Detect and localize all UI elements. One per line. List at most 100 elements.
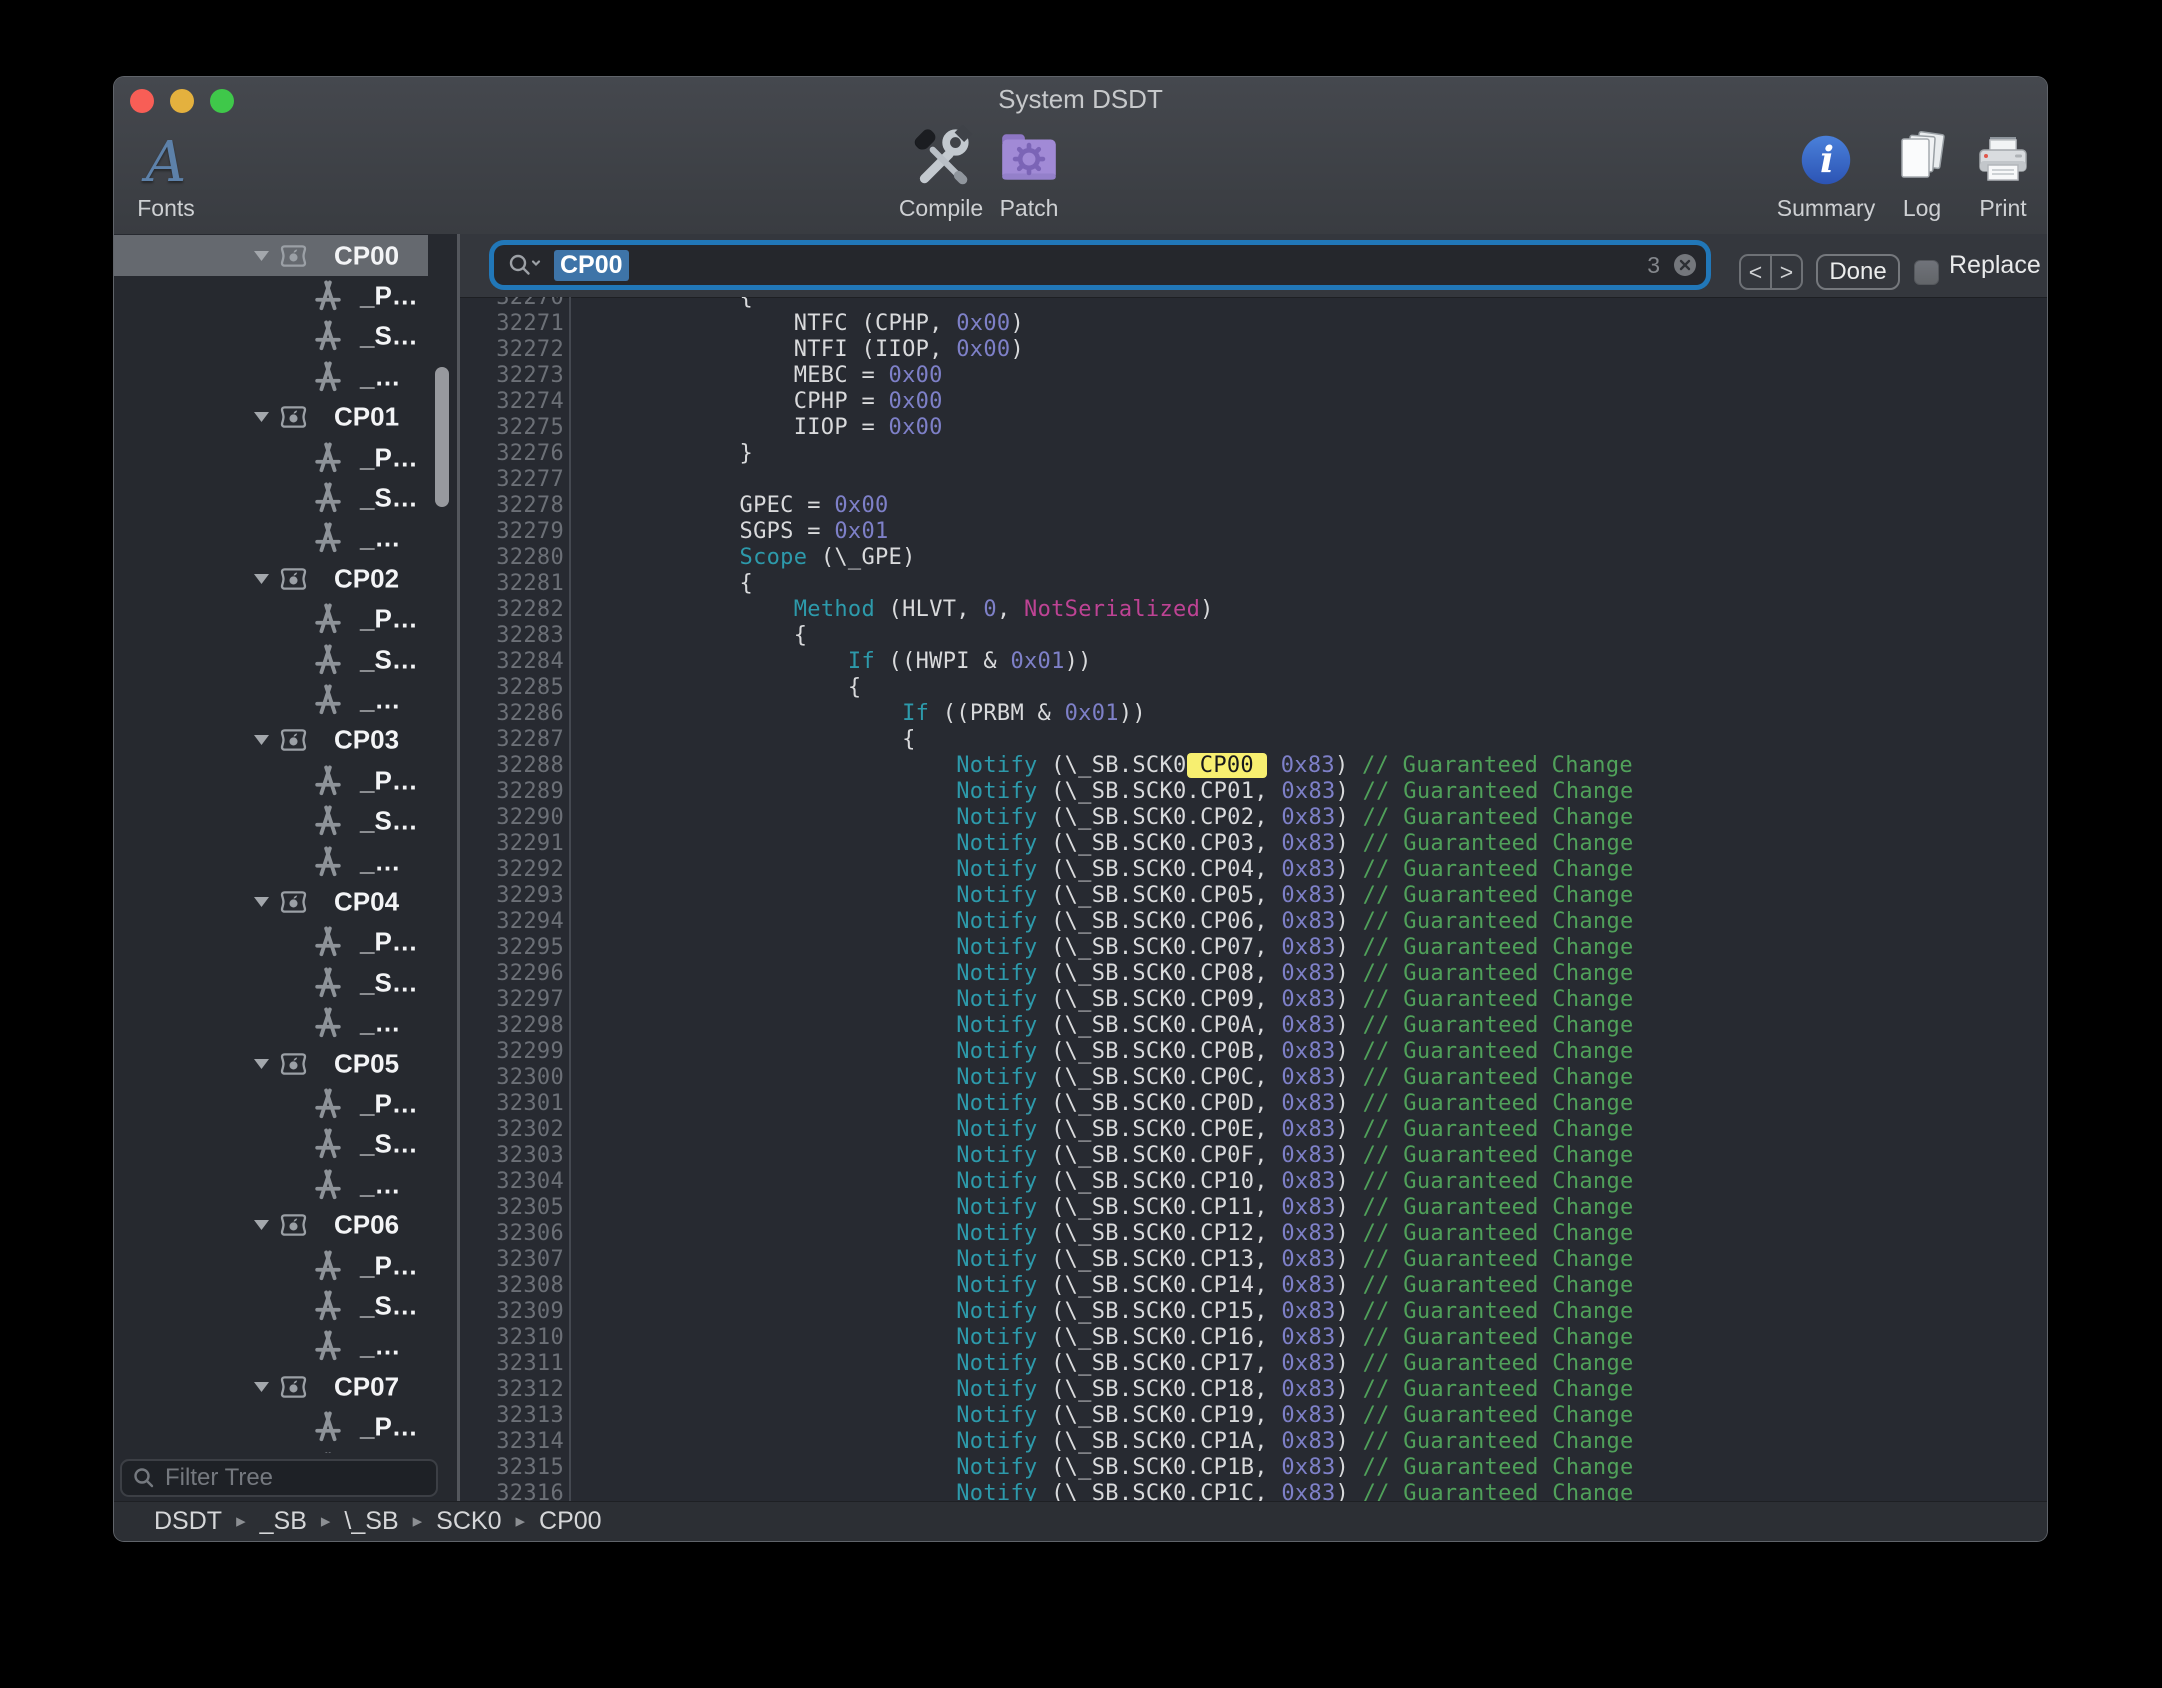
code-line[interactable]: 32275 IIOP = 0x00: [460, 415, 2047, 441]
breadcrumb-item-4[interactable]: CP00: [539, 1507, 602, 1536]
disclosure-triangle-icon[interactable]: [254, 250, 269, 261]
tree-item-_P[interactable]: _P…: [114, 275, 428, 316]
disclosure-triangle-icon[interactable]: [254, 1220, 269, 1231]
code-line[interactable]: 32300 Notify (\_SB.SCK0.CP0C, 0x83) // G…: [460, 1065, 2047, 1091]
code-line[interactable]: 32308 Notify (\_SB.SCK0.CP14, 0x83) // G…: [460, 1273, 2047, 1299]
tree-item-CP07[interactable]: CP07: [114, 1366, 428, 1407]
code-line[interactable]: 32280 Scope (\_GPE): [460, 545, 2047, 571]
sidebar-scrollbar-thumb[interactable]: [435, 367, 449, 507]
find-previous-button[interactable]: <: [1741, 256, 1770, 288]
code-line[interactable]: 32286 If ((PRBM & 0x01)): [460, 701, 2047, 727]
code-line[interactable]: 32306 Notify (\_SB.SCK0.CP12, 0x83) // G…: [460, 1221, 2047, 1247]
tree-item-_S[interactable]: _S…: [114, 1285, 428, 1326]
tree-item-_P[interactable]: _P…: [114, 1407, 428, 1448]
code-line[interactable]: 32312 Notify (\_SB.SCK0.CP18, 0x83) // G…: [460, 1377, 2047, 1403]
close-button[interactable]: [130, 89, 154, 113]
tree-item-_P[interactable]: _P…: [114, 599, 428, 640]
code-line[interactable]: 32294 Notify (\_SB.SCK0.CP06, 0x83) // G…: [460, 909, 2047, 935]
breadcrumb-item-3[interactable]: SCK0: [436, 1507, 501, 1536]
code-line[interactable]: 32295 Notify (\_SB.SCK0.CP07, 0x83) // G…: [460, 935, 2047, 961]
filter-tree-input[interactable]: Filter Tree: [120, 1459, 438, 1497]
tree-item-_[interactable]: _…: [114, 679, 428, 720]
search-input[interactable]: CP00 3: [494, 245, 1706, 285]
tree-item-_S[interactable]: _S…: [114, 1124, 428, 1165]
code-line[interactable]: 32314 Notify (\_SB.SCK0.CP1A, 0x83) // G…: [460, 1429, 2047, 1455]
tree-item-_[interactable]: _…: [114, 1003, 428, 1044]
code-line[interactable]: 32277: [460, 467, 2047, 493]
code-line[interactable]: 32273 MEBC = 0x00: [460, 363, 2047, 389]
code-line[interactable]: 32270 {: [460, 297, 2047, 311]
tree-item-CP02[interactable]: CP02: [114, 558, 428, 599]
tree-item-_[interactable]: _…: [114, 1164, 428, 1205]
toolbar-print-button[interactable]: Print: [1938, 119, 2048, 229]
disclosure-triangle-icon[interactable]: [254, 573, 269, 584]
code-line[interactable]: 32293 Notify (\_SB.SCK0.CP05, 0x83) // G…: [460, 883, 2047, 909]
clear-search-button[interactable]: [1674, 254, 1696, 276]
tree-item-_P[interactable]: _P…: [114, 922, 428, 963]
code-line[interactable]: 32281 {: [460, 571, 2047, 597]
code-line[interactable]: 32310 Notify (\_SB.SCK0.CP16, 0x83) // G…: [460, 1325, 2047, 1351]
tree-item-_S[interactable]: _S…: [114, 639, 428, 680]
code-line[interactable]: 32274 CPHP = 0x00: [460, 389, 2047, 415]
code-line[interactable]: 32279 SGPS = 0x01: [460, 519, 2047, 545]
code-line[interactable]: 32283 {: [460, 623, 2047, 649]
tree-item-_S[interactable]: _S…: [114, 316, 428, 357]
breadcrumb-item-2[interactable]: \_SB: [344, 1507, 398, 1536]
code-line[interactable]: 32287 {: [460, 727, 2047, 753]
tree-item-CP05[interactable]: CP05: [114, 1043, 428, 1084]
breadcrumb-item-0[interactable]: DSDT: [154, 1507, 222, 1536]
tree-item-_S[interactable]: _S…: [114, 477, 428, 518]
zoom-button[interactable]: [210, 89, 234, 113]
code-line[interactable]: 32285 {: [460, 675, 2047, 701]
code-line[interactable]: 32282 Method (HLVT, 0, NotSerialized): [460, 597, 2047, 623]
code-line[interactable]: 32284 If ((HWPI & 0x01)): [460, 649, 2047, 675]
tree-item-_P[interactable]: _P…: [114, 760, 428, 801]
code-line[interactable]: 32278 GPEC = 0x00: [460, 493, 2047, 519]
disclosure-triangle-icon[interactable]: [254, 735, 269, 746]
find-next-button[interactable]: >: [1770, 256, 1801, 288]
tree-item-CP01[interactable]: CP01: [114, 397, 428, 438]
disclosure-triangle-icon[interactable]: [254, 412, 269, 423]
code-line[interactable]: 32311 Notify (\_SB.SCK0.CP17, 0x83) // G…: [460, 1351, 2047, 1377]
tree-item-_P[interactable]: _P…: [114, 1245, 428, 1286]
code-line[interactable]: 32272 NTFI (IIOP, 0x00): [460, 337, 2047, 363]
tree-item-CP00[interactable]: CP00: [114, 235, 428, 276]
tree-item-CP03[interactable]: CP03: [114, 720, 428, 761]
replace-checkbox[interactable]: [1914, 260, 1939, 285]
tree-item-_P[interactable]: _P…: [114, 437, 428, 478]
disclosure-triangle-icon[interactable]: [254, 1058, 269, 1069]
code-line[interactable]: 32303 Notify (\_SB.SCK0.CP0F, 0x83) // G…: [460, 1143, 2047, 1169]
disclosure-triangle-icon[interactable]: [254, 896, 269, 907]
toolbar-fonts-button[interactable]: A Fonts: [113, 119, 231, 229]
minimize-button[interactable]: [170, 89, 194, 113]
code-line[interactable]: 32289 Notify (\_SB.SCK0.CP01, 0x83) // G…: [460, 779, 2047, 805]
tree-item-CP04[interactable]: CP04: [114, 881, 428, 922]
code-line[interactable]: 32315 Notify (\_SB.SCK0.CP1B, 0x83) // G…: [460, 1455, 2047, 1481]
code-line[interactable]: 32313 Notify (\_SB.SCK0.CP19, 0x83) // G…: [460, 1403, 2047, 1429]
code-line[interactable]: 32309 Notify (\_SB.SCK0.CP15, 0x83) // G…: [460, 1299, 2047, 1325]
tree-item-_S[interactable]: _S…: [114, 962, 428, 1003]
tree-item-CP06[interactable]: CP06: [114, 1205, 428, 1246]
code-line[interactable]: 32307 Notify (\_SB.SCK0.CP13, 0x83) // G…: [460, 1247, 2047, 1273]
toolbar-patch-button[interactable]: Patch: [964, 119, 1094, 229]
code-line[interactable]: 32305 Notify (\_SB.SCK0.CP11, 0x83) // G…: [460, 1195, 2047, 1221]
code-line[interactable]: 32316 Notify (\_SB.SCK0.CP1C, 0x83) // G…: [460, 1481, 2047, 1503]
search-menu-icon[interactable]: [508, 252, 544, 278]
code-line[interactable]: 32292 Notify (\_SB.SCK0.CP04, 0x83) // G…: [460, 857, 2047, 883]
code-line[interactable]: 32304 Notify (\_SB.SCK0.CP10, 0x83) // G…: [460, 1169, 2047, 1195]
tree-item-_[interactable]: _…: [114, 841, 428, 882]
code-line[interactable]: 32301 Notify (\_SB.SCK0.CP0D, 0x83) // G…: [460, 1091, 2047, 1117]
done-button[interactable]: Done: [1816, 254, 1900, 290]
breadcrumb-item-1[interactable]: _SB: [260, 1507, 307, 1536]
code-line[interactable]: 32302 Notify (\_SB.SCK0.CP0E, 0x83) // G…: [460, 1117, 2047, 1143]
code-line[interactable]: 32296 Notify (\_SB.SCK0.CP08, 0x83) // G…: [460, 961, 2047, 987]
code-line[interactable]: 32290 Notify (\_SB.SCK0.CP02, 0x83) // G…: [460, 805, 2047, 831]
code-line[interactable]: 32297 Notify (\_SB.SCK0.CP09, 0x83) // G…: [460, 987, 2047, 1013]
code-line[interactable]: 32299 Notify (\_SB.SCK0.CP0B, 0x83) // G…: [460, 1039, 2047, 1065]
code-line[interactable]: 32288 Notify (\_SB.SCK0CP00 0x83) // Gua…: [460, 753, 2047, 779]
code-line[interactable]: 32291 Notify (\_SB.SCK0.CP03, 0x83) // G…: [460, 831, 2047, 857]
tree-item-_P[interactable]: _P…: [114, 1083, 428, 1124]
tree-item-_[interactable]: _…: [114, 1326, 428, 1367]
tree-item-_[interactable]: _…: [114, 518, 428, 559]
code-line[interactable]: 32271 NTFC (CPHP, 0x00): [460, 311, 2047, 337]
